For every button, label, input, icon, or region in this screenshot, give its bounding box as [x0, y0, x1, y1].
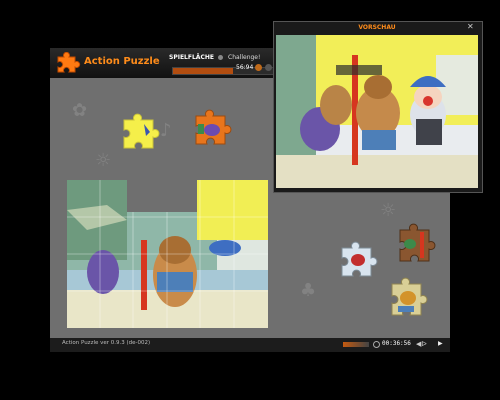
option-button[interactable]	[265, 64, 272, 71]
timer-readout: 00:36:56	[382, 340, 411, 347]
close-icon[interactable]: ✕	[467, 22, 474, 31]
progress-fill	[173, 68, 233, 74]
puzzle-piece[interactable]	[386, 276, 432, 328]
puzzle-piece[interactable]	[190, 108, 236, 154]
version-label: Action Puzzle ver 0.9.3 (de-002)	[62, 340, 151, 346]
preview-image	[276, 35, 478, 188]
clock-icon	[373, 341, 380, 348]
tab-indicator-icon	[218, 55, 223, 60]
play-icon[interactable]: ▶	[438, 340, 443, 347]
tab-challenge[interactable]: Challenge!	[224, 52, 264, 64]
sound-icon[interactable]: ◀ᐅ	[416, 340, 427, 348]
app-title: Action Puzzle	[84, 56, 160, 67]
puzzle-board[interactable]	[67, 180, 268, 328]
score-readout: 56:94	[236, 64, 254, 71]
puzzle-logo-icon	[55, 51, 81, 74]
preview-title: VORSCHAU	[358, 24, 396, 31]
tab-spielflaeche[interactable]: SPIELFLÄCHE	[165, 52, 218, 64]
background-doodle: ✿	[72, 100, 88, 121]
option-button[interactable]	[255, 64, 262, 71]
puzzle-piece[interactable]	[394, 222, 440, 274]
background-doodle: ☼	[380, 200, 397, 221]
puzzle-piece[interactable]	[118, 112, 162, 158]
background-doodle: ☼	[95, 150, 112, 171]
volume-icon[interactable]	[343, 342, 369, 347]
background-doodle: ♣	[300, 280, 317, 301]
puzzle-piece[interactable]	[336, 240, 380, 288]
